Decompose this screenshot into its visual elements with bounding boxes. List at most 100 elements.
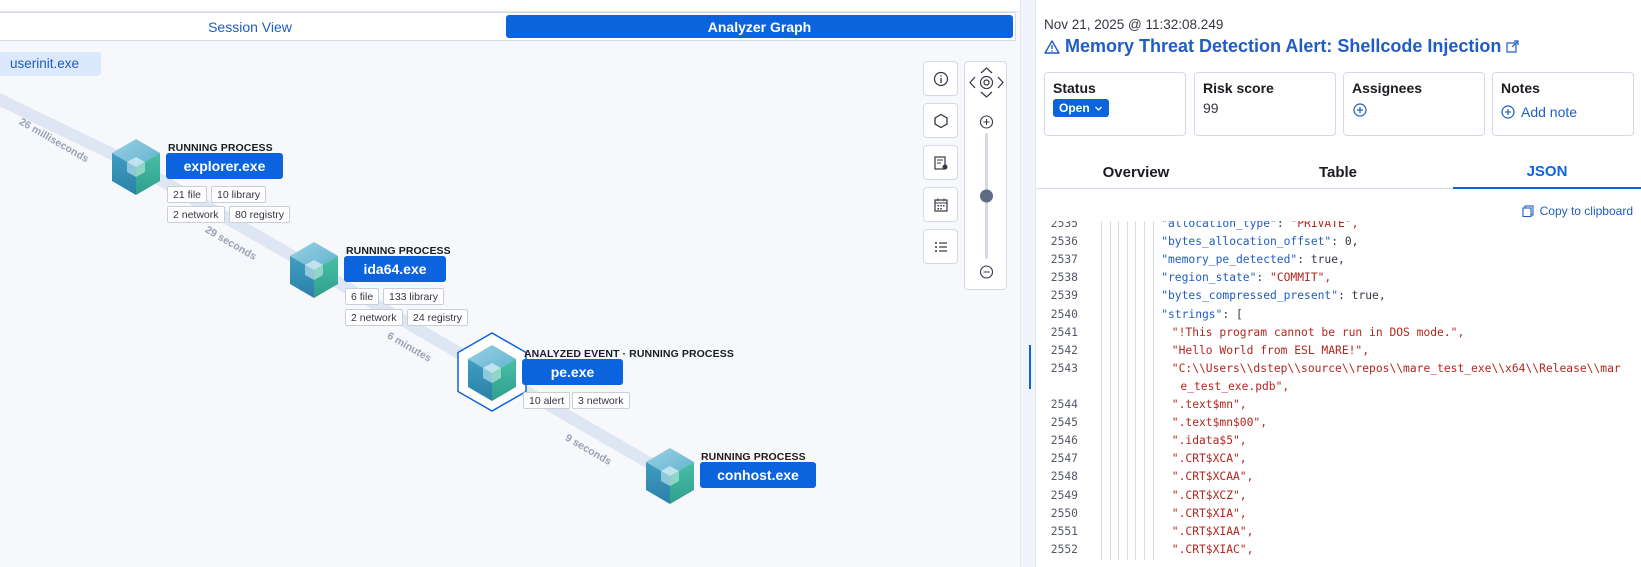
events-list-button[interactable] — [923, 229, 958, 264]
pan-down-icon — [980, 91, 993, 98]
line-number: 2545 — [1050, 416, 1078, 430]
json-value: ".CRT$XCZ", — [1171, 488, 1247, 502]
pill-network[interactable]: 2 network — [167, 206, 225, 223]
line-number: 2539 — [1050, 289, 1078, 303]
pill-file[interactable]: 21 file — [167, 186, 208, 203]
status-label: Status — [1053, 80, 1096, 96]
json-value: "COMMIT", — [1270, 271, 1332, 285]
copy-to-clipboard-button[interactable]: Copy to clipboard — [1522, 204, 1633, 218]
notes-label: Notes — [1501, 80, 1540, 96]
json-text: ".CRT$XIA", — [1172, 507, 1247, 520]
json-value: ".CRT$XCAA", — [1171, 470, 1254, 484]
line-number: 2540 — [1050, 307, 1078, 321]
line-number: 2537 — [1050, 253, 1078, 267]
json-text: ".CRT$XCA", — [1172, 452, 1247, 465]
resize-handle[interactable] — [1029, 345, 1031, 389]
line-number: 2538 — [1050, 271, 1078, 285]
zoom-slider-thumb — [980, 189, 993, 203]
warning-icon — [1044, 39, 1060, 54]
json-key: "region_state" — [1161, 271, 1257, 285]
tab-json[interactable]: JSON — [1453, 156, 1641, 189]
status-dropdown[interactable]: Open — [1053, 99, 1109, 117]
alert-title[interactable]: Memory Threat Detection Alert: Shellcode… — [1044, 36, 1520, 57]
json-text: "bytes_compressed_present": true, — [1161, 289, 1385, 302]
info-icon — [933, 71, 948, 86]
json-text: ".CRT$XIAC", — [1172, 543, 1254, 556]
json-value: ".text$mn$00", — [1171, 416, 1268, 430]
pane-resizer[interactable] — [1020, 0, 1036, 567]
json-text: "strings": [ — [1161, 308, 1243, 321]
json-key: "strings" — [1161, 307, 1223, 321]
pan-right-icon — [997, 76, 1004, 89]
json-text: "Hello World from ESL MARE!", — [1172, 344, 1369, 357]
json-text: ".idata$5", — [1172, 434, 1247, 447]
pill-network[interactable]: 2 network — [345, 309, 403, 326]
json-value: "PRIVATE", — [1290, 221, 1359, 230]
node-cube-explorer — [112, 139, 160, 195]
recenter-icon — [979, 75, 994, 90]
add-note-label: Add note — [1521, 104, 1578, 120]
copy-icon — [1522, 205, 1534, 217]
node-button-explorer[interactable]: explorer.exe — [166, 153, 283, 179]
node-button-ida64[interactable]: ida64.exe — [344, 256, 446, 282]
risk-score-value: 99 — [1203, 100, 1219, 116]
node-legend-button[interactable] — [923, 103, 958, 138]
tab-overview[interactable]: Overview — [1036, 156, 1236, 189]
json-viewer[interactable]: 2535 "allocation_type": "PRIVATE", 2536 "by… — [1036, 221, 1641, 567]
line-number: 2542 — [1050, 343, 1078, 357]
root-node-userinit[interactable]: userinit.exe — [0, 52, 101, 76]
node-button-pe[interactable]: pe.exe — [522, 359, 623, 385]
json-text: ".CRT$XIAA", — [1172, 525, 1254, 538]
json-value: true, — [1351, 289, 1386, 303]
pill-library[interactable]: 133 library — [383, 288, 445, 305]
list-gear-icon — [933, 155, 947, 170]
json-value: ".text$mn", — [1171, 398, 1247, 411]
pan-up-icon — [980, 67, 993, 74]
settings-button[interactable] — [923, 145, 958, 180]
plus-circle-icon — [1501, 105, 1515, 119]
json-text: "region_state": "COMMIT", — [1161, 271, 1331, 284]
copy-label: Copy to clipboard — [1539, 204, 1633, 218]
pill-library[interactable]: 10 library — [211, 186, 267, 203]
line-number: 2551 — [1050, 524, 1078, 538]
status-card: Status Open — [1044, 72, 1186, 136]
risk-score-card: Risk score 99 — [1194, 72, 1336, 136]
json-colon: : — [1256, 271, 1271, 285]
json-value: "Hello World from ESL MARE!", — [1171, 343, 1370, 357]
add-assignee-icon[interactable] — [1352, 102, 1368, 118]
json-value: ".idata$5", — [1171, 434, 1247, 448]
node-button-conhost[interactable]: conhost.exe — [700, 462, 816, 488]
json-colon: : — [1331, 235, 1345, 249]
chevron-down-icon — [1094, 106, 1102, 111]
json-value: ".CRT$XIA", — [1171, 506, 1247, 520]
graph-canvas[interactable] — [0, 0, 1020, 567]
alert-title-text: Memory Threat Detection Alert: Shellcode… — [1065, 36, 1502, 56]
status-value: Open — [1059, 101, 1090, 115]
info-button[interactable] — [923, 61, 958, 96]
external-link-icon — [1506, 40, 1520, 53]
tab-table[interactable]: Table — [1238, 156, 1438, 189]
notes-card: Notes Add note — [1492, 72, 1634, 136]
pill-network[interactable]: 3 network — [572, 392, 630, 409]
add-note-button[interactable]: Add note — [1501, 104, 1625, 120]
pill-registry[interactable]: 24 registry — [407, 309, 469, 326]
alert-timestamp: Nov 21, 2025 @ 11:32:08.249 — [1044, 17, 1224, 32]
json-text: ".CRT$XCAA", — [1172, 470, 1254, 483]
node-cube-ida64 — [290, 242, 338, 298]
node-cube-conhost — [646, 448, 694, 504]
json-text: "allocation_type": "PRIVATE", — [1161, 221, 1358, 230]
json-value: [ — [1236, 307, 1243, 321]
pan-left-icon — [969, 76, 976, 89]
pill-file[interactable]: 6 file — [345, 288, 380, 305]
line-number: 2549 — [1050, 488, 1078, 502]
assignees-label: Assignees — [1352, 80, 1423, 96]
pill-registry[interactable]: 80 registry — [229, 206, 291, 223]
pill-alert[interactable]: 10 alert — [523, 392, 571, 409]
hexagon-icon — [933, 113, 948, 128]
json-line: 2552 ".CRT$XIAC", — [1036, 540, 1641, 562]
line-number: 2541 — [1050, 325, 1078, 339]
json-value: "C:\\Users\\dstep\\source\\repos\\mare_t… — [1171, 361, 1621, 375]
assignees-card: Assignees — [1343, 72, 1485, 136]
json-text: "!This program cannot be run in DOS mode… — [1172, 326, 1464, 339]
date-range-button[interactable] — [923, 187, 958, 222]
